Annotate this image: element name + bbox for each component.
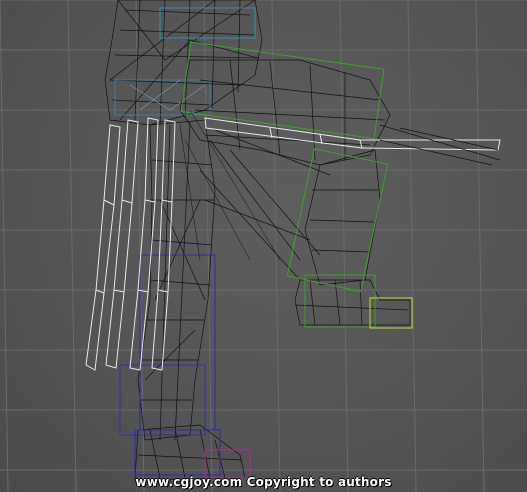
wireframe-scene [0,0,527,492]
grid-line-vertical [0,0,9,492]
viewport-grid [0,0,527,492]
skirt-bone-chains [85,117,501,371]
grid-line-vertical [271,0,281,492]
grid-line-vertical [407,0,417,492]
torso-wireframe-mesh [104,0,263,126]
grid-line-vertical [475,0,485,492]
standing-leg-wireframe [119,119,251,481]
3d-viewport[interactable]: www.cgjoy.com Copyright to authors [0,0,527,492]
weapon-shaft-wireframe [379,124,501,166]
grid-line-vertical [339,0,349,492]
grid-line-vertical [67,0,77,492]
copyright-watermark: www.cgjoy.com Copyright to authors [135,475,392,489]
